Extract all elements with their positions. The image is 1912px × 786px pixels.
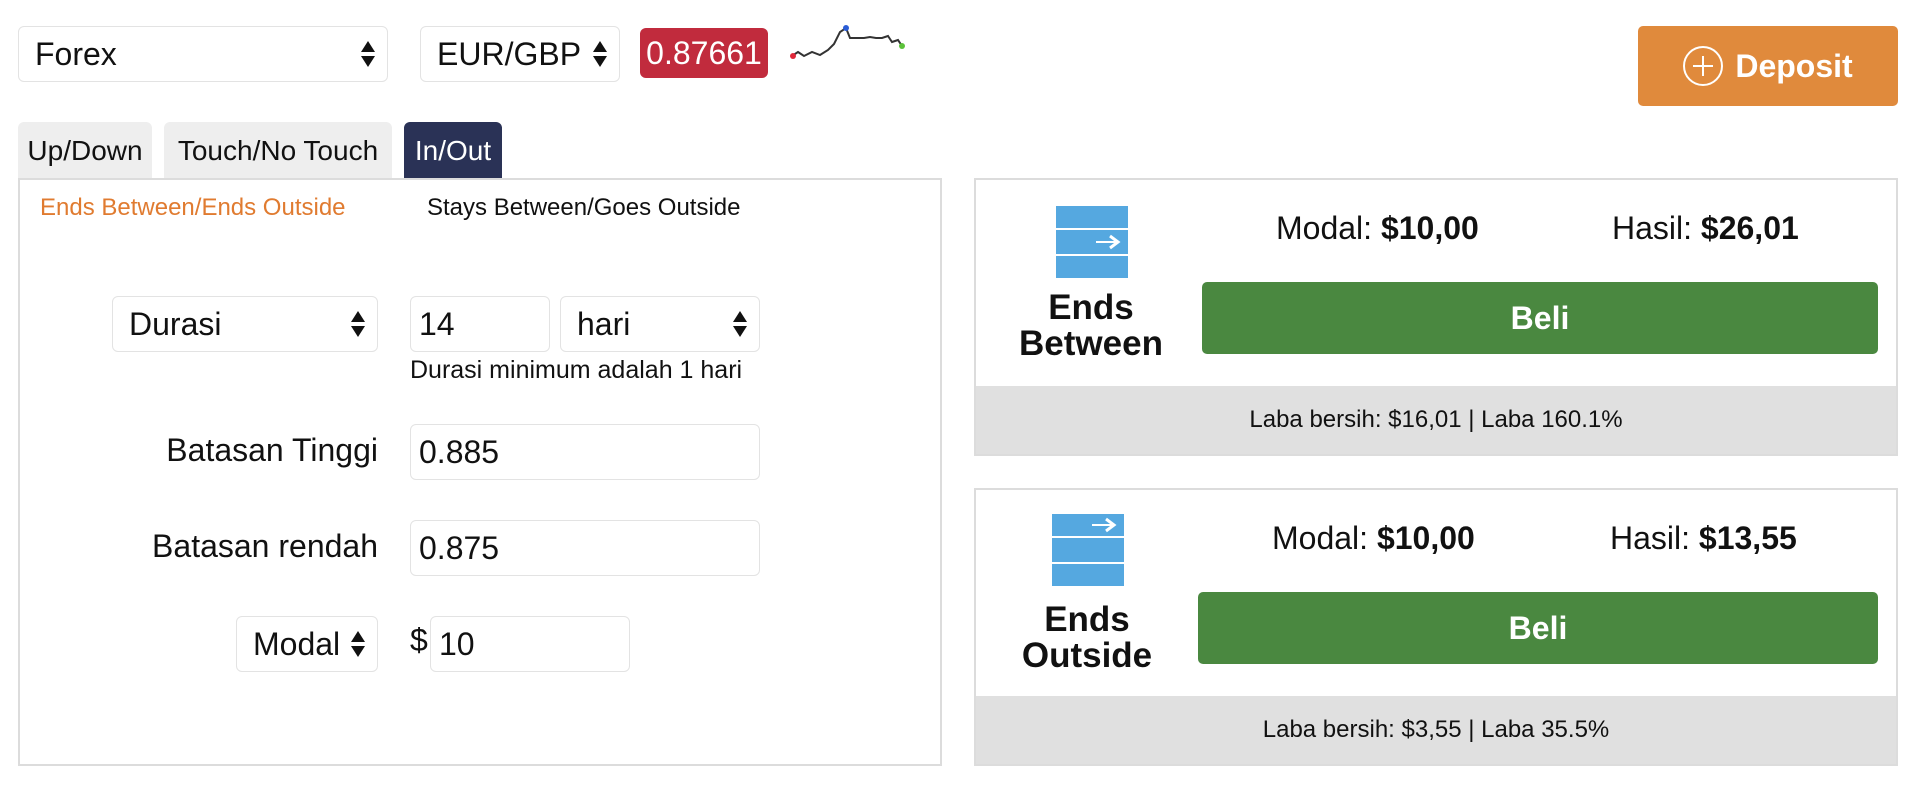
high-barrier-input[interactable]: 0.885	[410, 424, 760, 480]
subtab-ends-between-outside[interactable]: Ends Between/Ends Outside	[40, 194, 346, 222]
stake-stat-value: $10,00	[1376, 520, 1475, 556]
payout-stat: Hasil: $26,01	[1612, 210, 1799, 247]
contract-title-line1: Ends	[1044, 600, 1130, 639]
contract-card-ends-outside: Ends Outside Modal: $10,00 Hasil: $13,55…	[974, 488, 1898, 766]
buy-ends-between-button[interactable]: Beli	[1202, 282, 1878, 354]
duration-unit-select[interactable]: hari	[560, 296, 760, 352]
sparkline-end-point	[899, 43, 905, 49]
contract-title: Ends Outside	[1012, 602, 1162, 674]
payout-stat-value: $26,01	[1700, 210, 1799, 246]
select-arrows-icon	[351, 311, 365, 337]
tab-label: Touch/No Touch	[177, 135, 379, 166]
subtab-stays-between-goes-outside[interactable]: Stays Between/Goes Outside	[427, 194, 741, 222]
market-select-value: Forex	[35, 35, 117, 72]
payout-stat-value: $13,55	[1698, 520, 1797, 556]
low-barrier-label: Batasan rendah	[152, 528, 378, 564]
contract-card-ends-between: Ends Between Modal: $10,00 Hasil: $26,01…	[974, 178, 1898, 456]
asset-select[interactable]: EUR/GBP	[420, 26, 620, 82]
low-barrier-input[interactable]: 0.875	[410, 520, 760, 576]
duration-unit-value: hari	[577, 305, 631, 342]
stake-stat: Modal: $10,00	[1276, 210, 1479, 247]
ends-outside-icon	[1052, 514, 1124, 586]
stake-type-value: Modal	[253, 625, 341, 662]
duration-hint: Durasi minimum adalah 1 hari	[410, 356, 743, 384]
high-barrier-label: Batasan Tinggi	[166, 432, 378, 468]
price-sparkline	[790, 25, 905, 59]
tab-in-out[interactable]: In/Out	[404, 122, 502, 180]
payout-stat-label: Hasil:	[1610, 520, 1691, 556]
contract-footer: Laba bersih: $16,01 | Laba 160.1%	[976, 386, 1896, 454]
duration-type-select[interactable]: Durasi	[112, 296, 378, 352]
ends-between-icon	[1056, 206, 1128, 278]
plus-circle-icon	[1683, 46, 1724, 86]
select-arrows-icon	[361, 41, 375, 67]
deposit-label: Deposit	[1735, 47, 1853, 84]
stake-stat-label: Modal:	[1276, 210, 1373, 246]
tab-label: In/Out	[414, 135, 492, 166]
stake-stat: Modal: $10,00	[1272, 520, 1475, 557]
contract-title-line2: Between	[1019, 324, 1163, 363]
price-badge: 0.87661	[640, 28, 768, 78]
stake-stat-label: Modal:	[1272, 520, 1369, 556]
payout-stat-label: Hasil:	[1612, 210, 1693, 246]
currency-symbol: $	[410, 622, 428, 658]
tab-touch-no-touch[interactable]: Touch/No Touch	[164, 122, 392, 180]
tab-label: Up/Down	[27, 135, 143, 166]
contract-footer: Laba bersih: $3,55 | Laba 35.5%	[976, 696, 1896, 764]
contract-title-line1: Ends	[1048, 288, 1134, 327]
duration-amount-input[interactable]: 14	[410, 296, 550, 352]
stake-input[interactable]: 10	[430, 616, 630, 672]
tab-up-down[interactable]: Up/Down	[18, 122, 152, 180]
contract-title: Ends Between	[1016, 290, 1166, 362]
buy-ends-outside-button[interactable]: Beli	[1198, 592, 1878, 664]
select-arrows-icon	[593, 41, 607, 67]
low-barrier-value: 0.875	[419, 529, 500, 566]
stake-type-select[interactable]: Modal	[236, 616, 378, 672]
sparkline-start-point	[790, 53, 796, 59]
select-arrows-icon	[351, 631, 365, 657]
select-arrows-icon	[733, 311, 747, 337]
market-select[interactable]: Forex	[18, 26, 388, 82]
duration-amount-value: 14	[419, 305, 455, 342]
asset-select-value: EUR/GBP	[437, 35, 582, 72]
stake-value: 10	[439, 625, 475, 662]
stake-stat-value: $10,00	[1380, 210, 1479, 246]
high-barrier-value: 0.885	[419, 433, 500, 470]
sparkline-high-point	[843, 25, 849, 31]
payout-stat: Hasil: $13,55	[1610, 520, 1797, 557]
contract-title-line2: Outside	[1021, 636, 1153, 675]
duration-type-value: Durasi	[129, 305, 222, 342]
deposit-button[interactable]: Deposit	[1638, 26, 1898, 106]
